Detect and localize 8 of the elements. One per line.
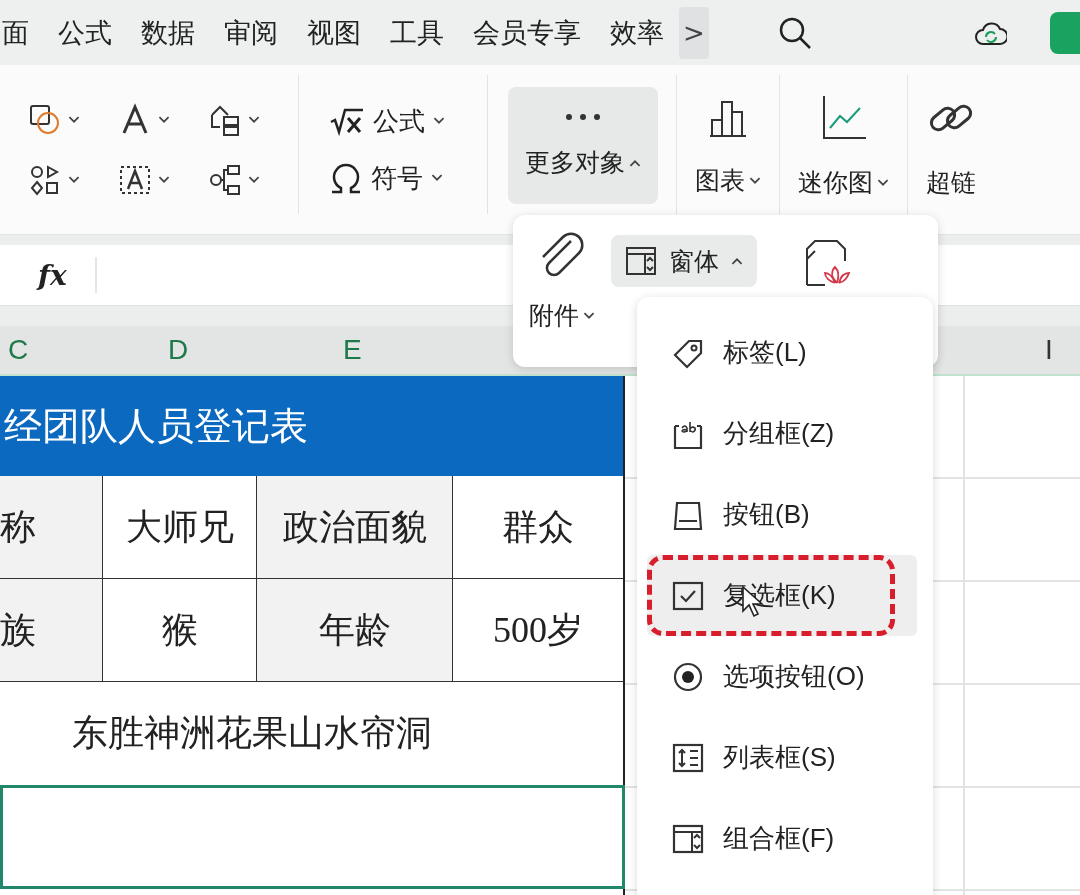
table-cell: 族 <box>0 579 103 681</box>
table-cell-text: 500岁 <box>492 608 584 652</box>
table-cell-text: 群众 <box>501 505 575 549</box>
table-cell: 政治面貌 <box>257 476 453 578</box>
table-cell-text: 东胜神洲花果山水帘洞 <box>71 712 433 755</box>
table-cell: 称 <box>0 476 103 578</box>
table-cell: 年龄 <box>257 579 453 681</box>
table-title: 经团队人员登记表 <box>0 376 623 476</box>
